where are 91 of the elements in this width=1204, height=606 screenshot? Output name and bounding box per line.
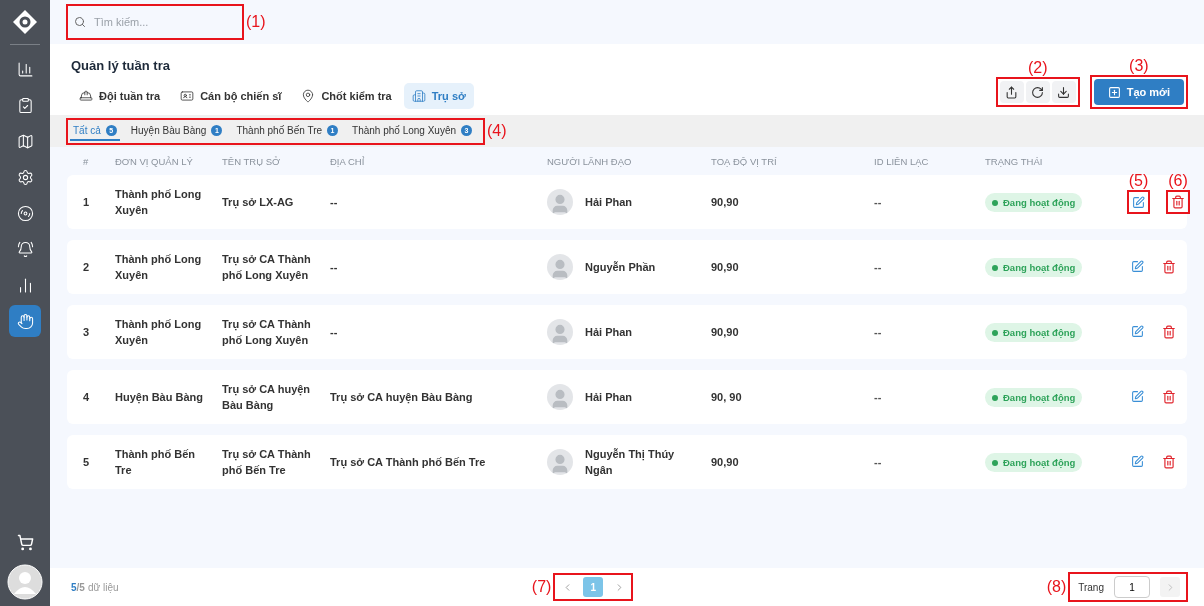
building-icon	[411, 89, 426, 103]
trash-icon[interactable]	[1161, 454, 1177, 470]
tab[interactable]: Chốt kiểm tra	[293, 83, 400, 109]
column-header: ID LIÊN LẠC	[874, 155, 930, 167]
table-cell-text: 3	[82, 325, 91, 340]
plus-icon	[1107, 85, 1121, 99]
table-cell-text: 4	[82, 390, 91, 405]
edit-icon[interactable]	[1130, 454, 1145, 470]
table-cell-text: --	[330, 195, 339, 210]
table-cell-text: --	[874, 195, 883, 210]
table-cell-text: Thành phố Bến Tre	[115, 447, 197, 478]
status-badge: Đang hoạt động	[985, 258, 1083, 278]
edit-icon[interactable]	[1130, 259, 1145, 275]
column-header: NGƯỜI LÃNH ĐẠO	[547, 155, 633, 167]
avatar-icon	[547, 254, 573, 280]
search-input[interactable]: Tìm kiếm...	[92, 15, 232, 29]
helmet-icon	[79, 89, 93, 103]
avatar-icon	[547, 384, 573, 410]
table-cell-text: Thành phố Long Xuyên	[115, 252, 203, 283]
tab[interactable]: Cán bộ chiến sĩ	[172, 83, 290, 109]
trash-icon[interactable]	[1161, 259, 1177, 275]
rotate-icon[interactable]	[1025, 81, 1050, 103]
column-header: TRẠNG THÁI	[985, 155, 1044, 167]
table-cell-text: Trụ sở CA Thành phố Bến Tre	[222, 447, 312, 478]
table-cell-text: Trụ sở CA Thành phố Long Xuyên	[222, 252, 312, 283]
table-cell-text: 1	[82, 195, 91, 210]
table-cell-text: 90,90	[711, 325, 740, 340]
page-input[interactable]: 1	[1114, 576, 1150, 598]
callout-label: (3)	[1129, 57, 1149, 75]
table-cell-text: 90,90	[711, 455, 740, 470]
page-title: Quản lý tuần tra	[71, 58, 171, 73]
table-cell-text: 5	[82, 455, 91, 470]
table-cell-text: Nguyễn Phần	[585, 260, 657, 275]
status-badge: Đang hoạt động	[985, 453, 1083, 473]
table-cell-text: Trụ sở CA huyện Bàu Bàng	[330, 390, 474, 405]
column-header: TÊN TRỤ SỞ	[222, 155, 282, 167]
avatar-icon	[547, 319, 573, 345]
table-cell-text: Nguyễn Thị Thúy Ngân	[585, 447, 676, 478]
callout-label: (8)	[1046, 578, 1067, 596]
callout-label: (1)	[246, 13, 266, 31]
table-cell-text: --	[330, 325, 339, 340]
table-cell-text: --	[874, 390, 883, 405]
table-cell-text: --	[874, 260, 883, 275]
trash-icon[interactable]	[1161, 324, 1177, 340]
hand-icon[interactable]	[9, 305, 41, 337]
table-cell-text: Trụ sở CA huyện Bàu Bàng	[222, 382, 312, 413]
table-cell-text: Trụ sở LX-AG	[222, 195, 295, 210]
table-cell-text: --	[874, 325, 883, 340]
column-header: ĐƠN VỊ QUẢN LÝ	[115, 155, 194, 167]
map-pin-icon	[301, 89, 316, 103]
share-icon[interactable]	[999, 81, 1024, 103]
trash-icon[interactable]	[1161, 389, 1177, 405]
tab[interactable]: Trụ sở	[403, 83, 474, 109]
callout-label: (2)	[1027, 59, 1048, 77]
column-header: ĐỊA CHỈ	[330, 155, 366, 167]
table-cell-text: Trụ sở CA Thành phố Bến Tre	[330, 455, 487, 470]
table-cell-text: Hải Phan	[585, 390, 634, 405]
table-cell-text: 2	[82, 260, 91, 275]
table-cell-text: Trụ sở CA Thành phố Long Xuyên	[222, 317, 312, 348]
table-cell-text: 90, 90	[711, 390, 743, 405]
table-cell-text: Thành phố Long Xuyên	[115, 187, 203, 218]
callout-label: (7)	[531, 578, 552, 596]
table-cell-text: Thành phố Long Xuyên	[115, 317, 203, 348]
table-cell-text: Hải Phan	[585, 325, 634, 340]
table-cell-text: --	[874, 455, 883, 470]
search-icon	[74, 16, 86, 28]
callout-label: (6)	[1168, 172, 1188, 190]
table-cell-text: Huyện Bàu Bàng	[115, 390, 204, 405]
record-count: 5/5 dữ liệu	[71, 581, 119, 593]
download-icon[interactable]	[1051, 81, 1076, 103]
table-cell-text: --	[330, 260, 339, 275]
avatar-icon	[547, 449, 573, 475]
callout-label: (5)	[1128, 172, 1149, 190]
user-avatar[interactable]	[7, 564, 43, 600]
column-header: TOẠ ĐỘ VỊ TRÍ	[711, 155, 778, 167]
avatar-icon	[547, 189, 573, 215]
table-cell-text: 90,90	[711, 195, 740, 210]
id-card-icon	[180, 89, 195, 103]
callout-label: (4)	[487, 122, 507, 140]
edit-icon[interactable]	[1130, 389, 1145, 405]
page-label: Trang	[1078, 581, 1104, 593]
table-cell-text: 90,90	[711, 260, 740, 275]
status-badge: Đang hoạt động	[985, 323, 1083, 343]
create-button[interactable]: Tạo mới	[1093, 79, 1184, 105]
column-header: #	[82, 155, 90, 167]
status-badge: Đang hoạt động	[985, 193, 1083, 213]
status-badge: Đang hoạt động	[985, 388, 1083, 408]
edit-icon[interactable]	[1130, 324, 1145, 340]
tab[interactable]: Đội tuần tra	[71, 83, 169, 109]
logo-icon	[11, 8, 39, 36]
table-cell-text: Hải Phan	[585, 195, 634, 210]
